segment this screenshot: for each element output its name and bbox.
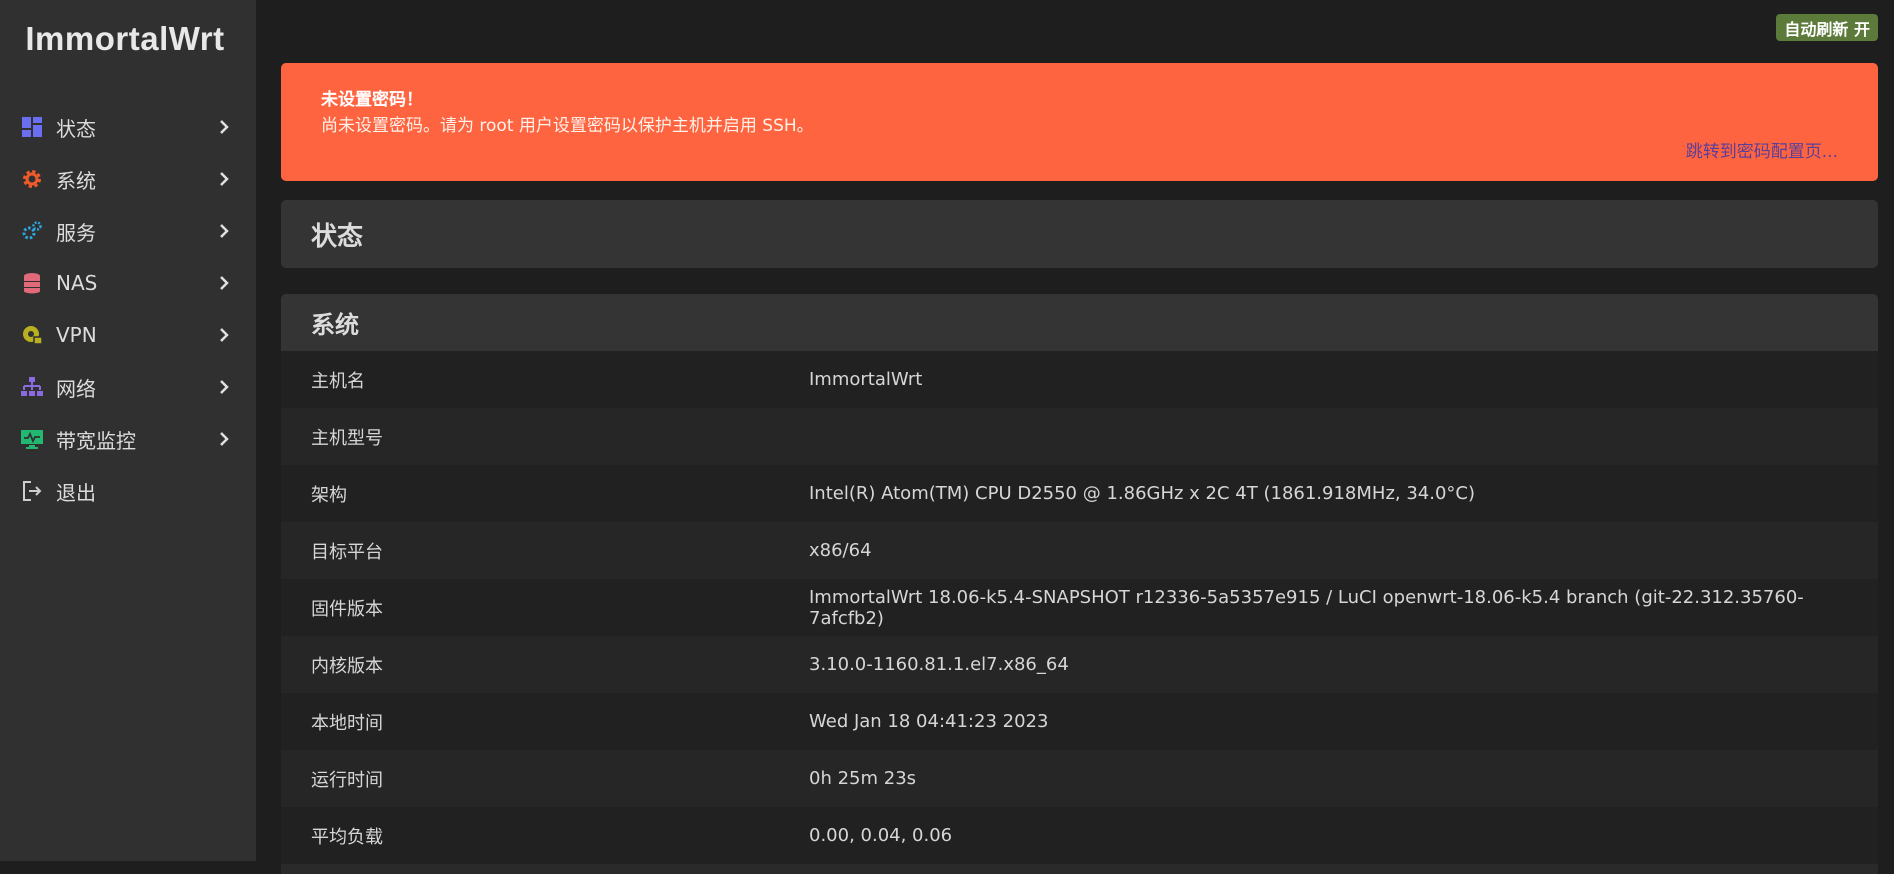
main-content: 自动刷新 开 未设置密码！ 尚未设置密码。请为 root 用户设置密码以保护主机… xyxy=(256,0,1894,874)
chevron-right-icon xyxy=(214,276,234,290)
sidebar-item-label: VPN xyxy=(56,323,97,347)
auto-refresh-toggle[interactable]: 自动刷新 开 xyxy=(1776,14,1878,41)
table-row: 目标平台 x86/64 xyxy=(281,522,1878,579)
row-value: 0h 25m 23s xyxy=(809,768,917,789)
row-value: x86/64 xyxy=(809,540,872,561)
row-key: 平均负载 xyxy=(311,826,383,848)
sidebar-item-label: 服务 xyxy=(56,220,96,245)
password-alert: 未设置密码！ 尚未设置密码。请为 root 用户设置密码以保护主机并启用 SSH… xyxy=(281,63,1878,181)
table-row: 主机名 ImmortalWrt xyxy=(281,351,1878,408)
sidebar-item-bandwidth[interactable]: 带宽监控 xyxy=(0,413,256,465)
chevron-right-icon xyxy=(214,328,234,342)
chevron-right-icon xyxy=(214,380,234,394)
row-key: 运行时间 xyxy=(311,769,383,791)
sidebar-item-label: 退出 xyxy=(56,480,96,505)
row-value: 0.00, 0.04, 0.06 xyxy=(809,825,953,846)
row-key: 固件版本 xyxy=(311,598,383,620)
app-logo[interactable]: ImmortalWrt xyxy=(0,20,250,58)
sidebar-item-label: 网络 xyxy=(56,376,96,401)
section-title: 系统 xyxy=(281,294,1878,351)
sidebar-item-network[interactable]: 网络 xyxy=(0,361,256,413)
row-key: 内核版本 xyxy=(311,655,383,677)
table-row: 内核版本 3.10.0-1160.81.1.el7.x86_64 xyxy=(281,636,1878,693)
sidebar-item-label: 带宽监控 xyxy=(56,428,136,453)
alert-text: 尚未设置密码。请为 root 用户设置密码以保护主机并启用 SSH。 xyxy=(321,116,814,136)
table-row: 主机型号 xyxy=(281,408,1878,465)
system-table: 主机名 ImmortalWrt 主机型号 架构 Intel(R) Atom(TM) … xyxy=(281,351,1878,864)
row-key: 主机名 xyxy=(311,370,365,392)
table-row: 架构 Intel(R) Atom(TM) CPU D2550 @ 1.86GHz … xyxy=(281,465,1878,522)
row-value: 3.10.0-1160.81.1.el7.x86_64 xyxy=(809,654,1069,675)
row-value: ImmortalWrt xyxy=(809,369,923,390)
sidebar-item-label: NAS xyxy=(56,271,98,295)
sidebar-item-vpn[interactable]: VPN xyxy=(0,309,256,361)
dashboard-icon xyxy=(20,115,44,139)
sidebar-item-logout[interactable]: 退出 xyxy=(0,465,256,517)
sidebar-item-status[interactable]: 状态 xyxy=(0,101,256,153)
chevron-right-icon xyxy=(214,224,234,238)
globe-lock-icon xyxy=(20,323,44,347)
alert-title: 未设置密码！ xyxy=(321,90,423,110)
row-key: 架构 xyxy=(311,484,347,506)
chevron-right-icon xyxy=(214,120,234,134)
table-row: 固件版本 ImmortalWrt 18.06-k5.4-SNAPSHOT r123… xyxy=(281,579,1878,636)
chevron-right-icon xyxy=(214,172,234,186)
sidebar-item-label: 状态 xyxy=(56,116,96,141)
sidebar-item-label: 系统 xyxy=(56,168,96,193)
row-value: Wed Jan 18 04:41:23 2023 xyxy=(809,711,1049,732)
sidebar: ImmortalWrt 状态 系统 服务 NAS VPN 网络 带宽监控 退出 xyxy=(0,0,256,861)
table-row: 平均负载 0.00, 0.04, 0.06 xyxy=(281,807,1878,864)
database-icon xyxy=(20,271,44,295)
row-value: Intel(R) Atom(TM) CPU D2550 @ 1.86GHz x … xyxy=(809,483,1475,504)
row-key: 目标平台 xyxy=(311,541,383,563)
row-key: 主机型号 xyxy=(311,427,383,449)
password-config-link[interactable]: 跳转到密码配置页... xyxy=(1686,137,1838,162)
table-row: 运行时间 0h 25m 23s xyxy=(281,750,1878,807)
row-key: 本地时间 xyxy=(311,712,383,734)
page-title: 状态 xyxy=(281,200,1878,268)
gear-icon xyxy=(20,167,44,191)
sidebar-item-nas[interactable]: NAS xyxy=(0,257,256,309)
network-icon xyxy=(20,375,44,399)
logout-icon xyxy=(20,479,44,503)
system-section: 系统 主机名 ImmortalWrt 主机型号 架构 Intel(R) Atom(T… xyxy=(281,294,1878,874)
table-row: 本地时间 Wed Jan 18 04:41:23 2023 xyxy=(281,693,1878,750)
row-value: ImmortalWrt 18.06-k5.4-SNAPSHOT r12336-5… xyxy=(809,586,1804,629)
chevron-right-icon xyxy=(214,432,234,446)
sidebar-item-services[interactable]: 服务 xyxy=(0,205,256,257)
gears-icon xyxy=(20,219,44,243)
monitor-icon xyxy=(20,427,44,451)
sidebar-item-system[interactable]: 系统 xyxy=(0,153,256,205)
sidebar-nav: 状态 系统 服务 NAS VPN 网络 带宽监控 退出 xyxy=(0,101,256,517)
